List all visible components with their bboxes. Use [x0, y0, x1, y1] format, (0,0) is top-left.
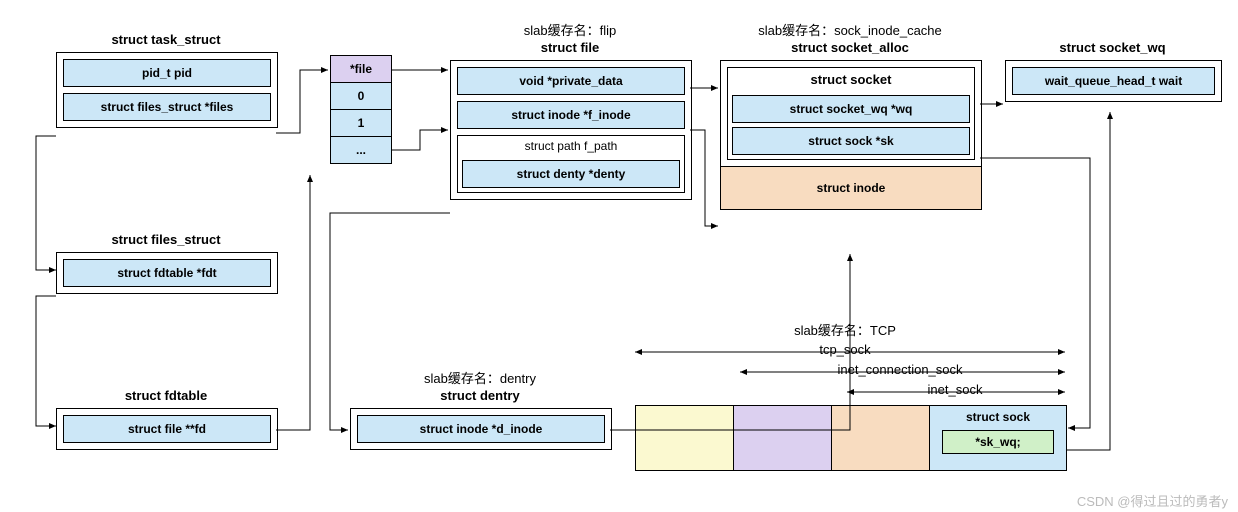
fdarray: *file 0 1 ... [330, 55, 392, 164]
task-struct-pid: pid_t pid [63, 59, 271, 87]
socket-alloc-inode: struct inode [721, 166, 981, 209]
tcp-sk-wq: *sk_wq; [942, 430, 1054, 454]
file-caption: slab缓存名：flip [450, 20, 690, 39]
tcp-block: struct sock *sk_wq; [635, 405, 1067, 471]
file-path-box: struct path f_path struct denty *denty [457, 135, 685, 193]
dentry-caption: slab缓存名：dentry [350, 368, 610, 387]
files-struct-box: struct fdtable *fdt [56, 252, 278, 294]
socket-alloc-caption: slab缓存名：sock_inode_cache [720, 20, 980, 39]
fdarray-cell: ... [330, 137, 392, 164]
files-struct-fdt: struct fdtable *fdt [63, 259, 271, 287]
file-private-data: void *private_data [457, 67, 685, 95]
task-struct-box: pid_t pid struct files_struct *files [56, 52, 278, 128]
dentry-d-inode: struct inode *d_inode [357, 415, 605, 443]
dentry-box: struct inode *d_inode [350, 408, 612, 450]
fdarray-cell: 1 [330, 110, 392, 137]
socket-wq-field: wait_queue_head_t wait [1012, 67, 1215, 95]
file-f-inode: struct inode *f_inode [457, 101, 685, 129]
tcp-range-1: inet_connection_sock [740, 362, 1060, 377]
file-title: struct file [450, 40, 690, 55]
fdarray-cell: *file [330, 55, 392, 83]
fdarray-cell: 0 [330, 83, 392, 110]
file-box: void *private_data struct inode *f_inode… [450, 60, 692, 200]
tcp-sock-title: struct sock [930, 406, 1066, 428]
tcp-seg [734, 405, 832, 471]
tcp-caption: slab缓存名：TCP [635, 320, 1055, 339]
fdtable-box: struct file **fd [56, 408, 278, 450]
tcp-seg [832, 405, 930, 471]
watermark: CSDN @得过且过的勇者y [1077, 491, 1228, 510]
socket-alloc-title: struct socket_alloc [720, 40, 980, 55]
fdtable-fd: struct file **fd [63, 415, 271, 443]
fdtable-title: struct fdtable [56, 388, 276, 403]
socket-wq-title: struct socket_wq [1005, 40, 1220, 55]
socket-wq-box: wait_queue_head_t wait [1005, 60, 1222, 102]
socket-title: struct socket [728, 68, 974, 91]
socket-wq-field: struct socket_wq *wq [732, 95, 970, 123]
tcp-range-2: inet_sock [850, 382, 1060, 397]
dentry-title: struct dentry [350, 388, 610, 403]
tcp-seg [635, 405, 734, 471]
tcp-sock-seg: struct sock *sk_wq; [930, 405, 1067, 471]
file-path-title: struct path f_path [458, 136, 684, 156]
tcp-range-0: tcp_sock [635, 342, 1055, 357]
task-struct-title: struct task_struct [56, 32, 276, 47]
file-denty: struct denty *denty [462, 160, 680, 188]
socket-sk-field: struct sock *sk [732, 127, 970, 155]
files-struct-title: struct files_struct [56, 232, 276, 247]
task-struct-files: struct files_struct *files [63, 93, 271, 121]
socket-box: struct socket struct socket_wq *wq struc… [727, 67, 975, 160]
socket-alloc-box: struct socket struct socket_wq *wq struc… [720, 60, 982, 210]
